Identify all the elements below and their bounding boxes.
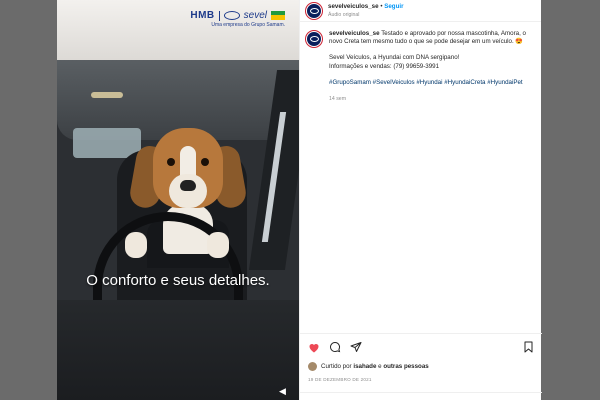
- liked-prefix: Curtido por: [321, 363, 352, 370]
- hyundai-logo-icon: [223, 11, 240, 20]
- ceiling-light: [91, 92, 123, 98]
- liked-suffix: e: [378, 363, 382, 370]
- caption-line-3: Informações e vendas: (79) 99659-3991: [329, 62, 440, 70]
- liked-by: Curtido por isahade e outras pessoas: [308, 362, 534, 371]
- brand-separator: [218, 10, 220, 21]
- header-separator: •: [380, 2, 383, 10]
- bookmark-icon[interactable]: [522, 341, 534, 353]
- post-date: 19 DE DEZEMBRO DE 2021: [308, 377, 372, 382]
- flag-icon: [271, 11, 285, 20]
- caption-hashtags[interactable]: #GrupoSamam #SevelVeiculos #Hyundai #Hyu…: [329, 79, 529, 87]
- follow-button[interactable]: Seguir: [384, 3, 403, 10]
- brand-tagline: Uma empresa do Grupo Samam.: [211, 22, 285, 28]
- post-caption: sevelveiculos_se Testado e aprovado por …: [300, 22, 541, 103]
- avatar[interactable]: [306, 2, 322, 19]
- brand-hmb: HMB: [190, 10, 215, 21]
- dog-eye-right: [201, 158, 209, 166]
- comment-icon[interactable]: [329, 341, 341, 353]
- brand-logo: HMB sevel Uma empresa do Grupo Samam.: [190, 10, 285, 28]
- dog-nose: [180, 180, 196, 191]
- share-icon[interactable]: [350, 341, 362, 353]
- video-caption-overlay: O conforto e seus detalhes.: [86, 272, 270, 289]
- post-side-panel: sevelveiculos_se • Seguir Áudio original…: [299, 0, 542, 400]
- post-actions: Curtido por isahade e outras pessoas 19 …: [300, 333, 542, 382]
- caption-username[interactable]: sevelveiculos_se: [329, 30, 380, 37]
- audio-label[interactable]: Áudio original: [328, 11, 403, 19]
- liked-user-avatar[interactable]: [308, 362, 317, 371]
- add-comment-bar[interactable]: [300, 392, 542, 400]
- liked-others[interactable]: outras pessoas: [383, 363, 428, 370]
- caption-time-ago: 14 sem: [329, 96, 347, 103]
- heart-icon[interactable]: [308, 341, 320, 353]
- dog-paw-left: [125, 232, 147, 258]
- car-dashboard: [57, 300, 299, 400]
- liked-user[interactable]: isahade: [353, 363, 376, 370]
- post-video[interactable]: HMB sevel Uma empresa do Grupo Samam. O …: [57, 0, 299, 400]
- caption-avatar[interactable]: [306, 31, 322, 47]
- header-username[interactable]: sevelveiculos_se: [328, 3, 379, 10]
- dog-eye-left: [167, 158, 175, 166]
- brand-sevel: sevel: [243, 10, 267, 21]
- dog-paw-right: [207, 232, 229, 258]
- post-header: sevelveiculos_se • Seguir Áudio original: [300, 0, 541, 22]
- sound-icon[interactable]: ◀: [279, 386, 291, 396]
- caption-line-2: Sevel Veículos, a Hyundai com DNA sergip…: [329, 54, 460, 62]
- instagram-post: HMB sevel Uma empresa do Grupo Samam. O …: [57, 0, 542, 400]
